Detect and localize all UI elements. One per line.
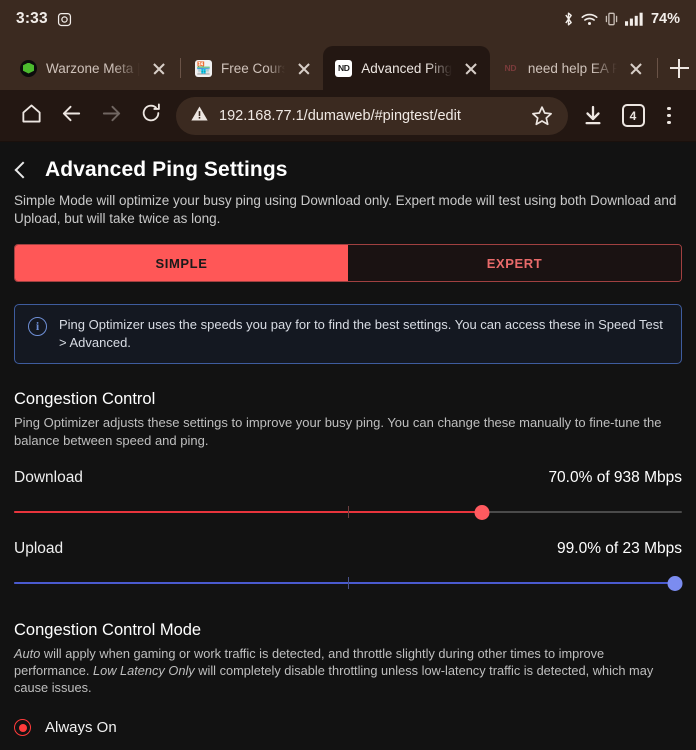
netduma-favicon: ND [335,59,353,77]
forward-arrow-icon [100,102,123,130]
store-favicon: 🏪 [194,59,212,77]
page-content: Advanced Ping Settings Simple Mode will … [0,142,696,750]
more-vertical-icon[interactable] [654,97,684,135]
chevron-left-icon[interactable] [14,161,32,179]
download-slider-thumb[interactable] [474,504,490,520]
tab-count-badge: 4 [621,104,645,127]
warning-triangle-icon[interactable] [190,104,209,128]
battery-percentage: 74% [650,11,680,27]
congestion-control-description: Ping Optimizer adjusts these settings to… [14,415,662,448]
info-banner: i Ping Optimizer uses the speeds you pay… [14,304,682,364]
congestion-mode-title: Congestion Control Mode [14,621,202,639]
back-arrow-icon [60,102,83,130]
browser-tab-advanced-ping-settings[interactable]: ND Advanced Ping S [323,46,490,90]
vibrate-icon [605,12,618,26]
download-button[interactable] [574,97,612,135]
browser-tab-need-help-ea-fc[interactable]: ND need help EA FC [490,46,655,90]
back-button[interactable] [52,97,90,135]
congestion-control-section: Congestion Control Ping Optimizer adjust… [14,390,683,591]
status-clock: 3:33 [16,10,48,27]
radio-label: Always On [45,719,117,736]
congestion-mode-section: Congestion Control Mode Auto will apply … [14,621,682,750]
download-label: Download [14,469,83,486]
tab-separator [657,58,659,78]
tab-switcher-button[interactable]: 4 [614,97,652,135]
tab-close-icon[interactable] [461,58,481,78]
reload-icon [140,102,162,129]
tab-close-icon[interactable] [626,58,646,78]
signal-bars-icon [624,12,643,26]
android-status-bar: 3:33 74% [0,0,696,38]
congestion-mode-description: Auto will apply when gaming or work traf… [14,645,682,696]
radio-option-always-on[interactable]: Always On [14,710,682,745]
new-tab-button[interactable] [662,46,696,90]
tab-close-icon[interactable] [294,58,314,78]
download-icon [581,104,605,128]
radio-button-selected[interactable] [14,719,31,736]
home-button[interactable] [12,97,50,135]
tab-title: Warzone Meta | B [46,60,140,76]
star-icon[interactable] [530,104,554,128]
tab-simple[interactable]: SIMPLE [15,245,348,281]
forward-button[interactable] [92,97,130,135]
slider-fill [14,581,676,585]
tab-title: Free Course [220,60,286,76]
upload-slider-thumb[interactable] [667,575,683,591]
tab-close-icon[interactable] [149,58,169,78]
browser-tab-free-course[interactable]: 🏪 Free Course [183,46,323,90]
tab-title: need help EA FC [527,60,618,76]
download-slider-block: Download 70.0% of 938 Mbps [14,469,682,520]
upload-slider-block: Upload 99.0% of 23 Mbps [14,540,683,591]
url-text: 192.168.77.1/dumaweb/#pingtest/edit [219,107,461,124]
slider-midpoint-tick [348,506,350,518]
radio-option-auto[interactable]: Auto (Recommended) [14,745,682,750]
slider-midpoint-tick [348,577,350,589]
upload-value: 99.0% of 23 Mbps [557,540,682,557]
warzone-favicon [20,59,37,77]
wifi-icon [581,13,598,26]
low-latency-emphasis: Low Latency Only [92,663,195,678]
slider-fill [14,510,482,514]
camera-icon [57,12,72,27]
auto-emphasis: Auto [14,646,41,661]
tab-title: Advanced Ping S [361,60,452,76]
page-title: Advanced Ping Settings [45,158,288,181]
page-header: Advanced Ping Settings [14,142,682,192]
browser-tab-warzone-meta[interactable]: Warzone Meta | B [8,46,178,90]
tab-separator [179,58,181,78]
reload-button[interactable] [132,97,170,135]
netduma-favicon-dim: ND [504,63,517,73]
info-circle-icon: i [28,317,47,336]
address-bar[interactable]: 192.168.77.1/dumaweb/#pingtest/edit [176,96,568,135]
browser-toolbar: 192.168.77.1/dumaweb/#pingtest/edit 4 [0,90,696,142]
page-description: Simple Mode will optimize your busy ping… [14,193,677,226]
congestion-mode-radio-group: Always On Auto (Recommended) Low Latency… [14,710,682,750]
download-value: 70.0% of 938 Mbps [548,469,682,486]
download-slider[interactable] [14,504,682,520]
congestion-control-title: Congestion Control [14,390,156,408]
upload-slider[interactable] [14,575,683,591]
bluetooth-icon [563,11,574,27]
tab-expert[interactable]: EXPERT [348,245,681,281]
mode-segmented-control: SIMPLE EXPERT [14,244,682,282]
upload-label: Upload [14,540,64,557]
home-icon [20,102,43,130]
browser-tab-strip: Warzone Meta | B 🏪 Free Course ND Advanc… [0,38,696,90]
info-banner-text: Ping Optimizer uses the speeds you pay f… [59,317,663,350]
